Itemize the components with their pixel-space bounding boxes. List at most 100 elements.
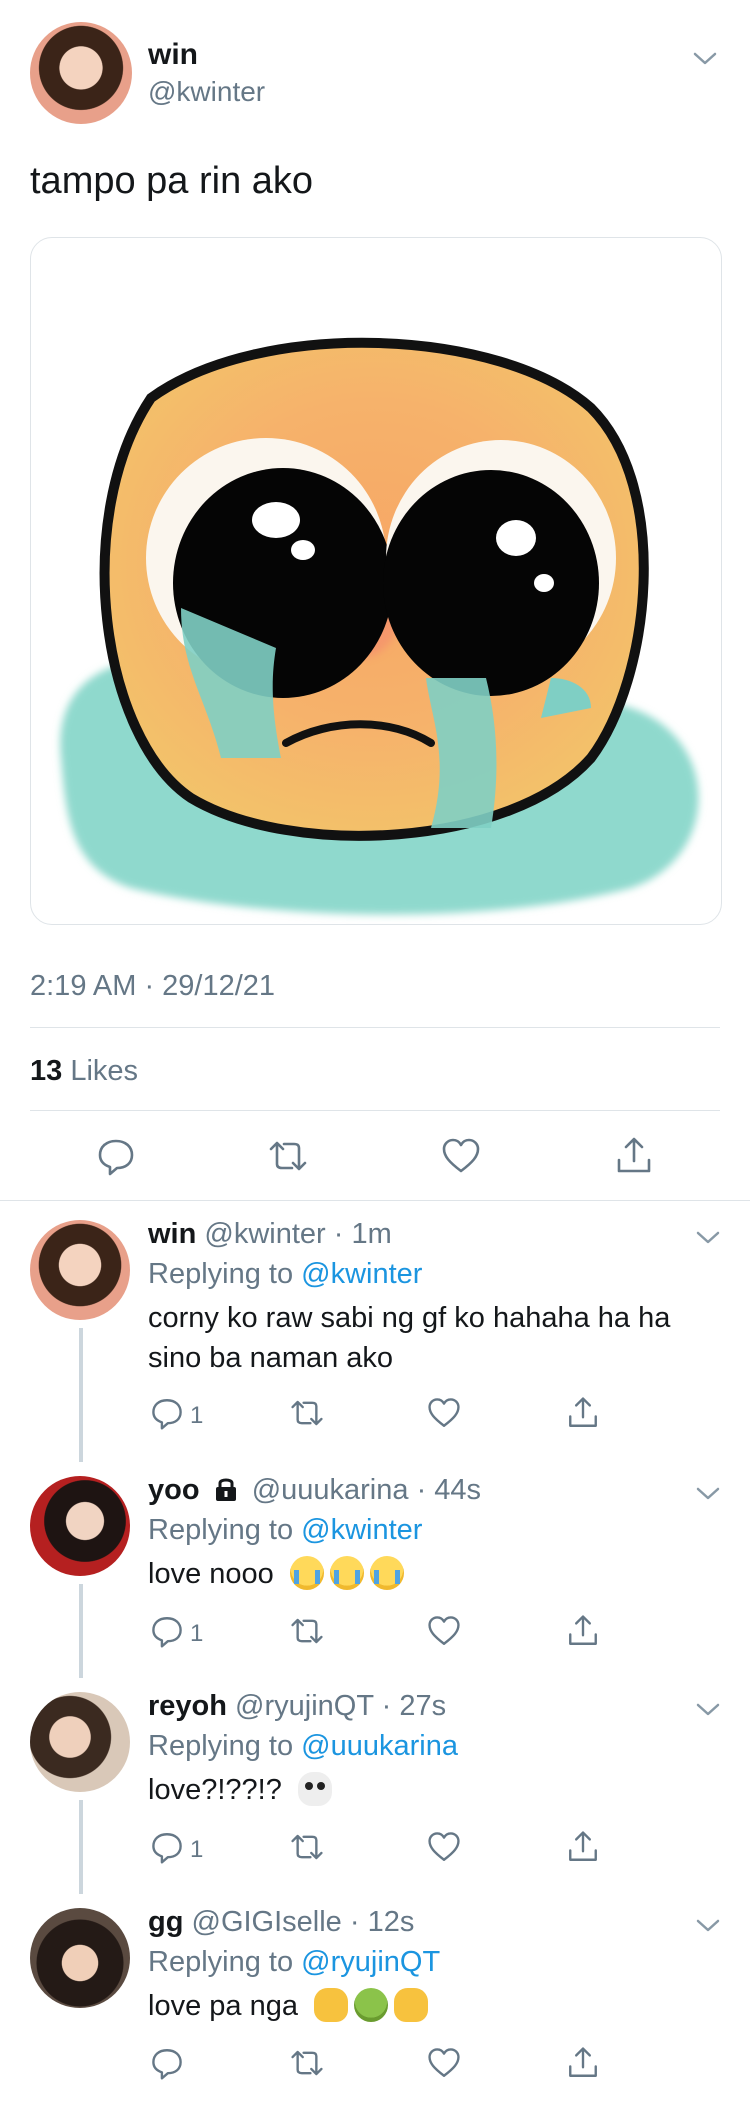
lock-icon bbox=[214, 1476, 238, 1510]
reply-time[interactable]: 1m bbox=[352, 1218, 392, 1250]
reply-text: corny ko raw sabi ng gf ko hahaha ha ha … bbox=[148, 1302, 671, 1374]
raised-hand-icon bbox=[314, 1988, 349, 2022]
reply-actions: 1 bbox=[0, 1830, 750, 1870]
share-icon[interactable] bbox=[566, 2046, 600, 2080]
author-handle[interactable]: @uuukarina bbox=[252, 1474, 409, 1506]
reply-header: reyoh @ryujinQT · 27s bbox=[148, 1690, 446, 1723]
author-name[interactable]: gg bbox=[148, 1906, 183, 1938]
retweet-icon[interactable] bbox=[290, 1830, 324, 1864]
chevron-down-icon[interactable] bbox=[690, 43, 720, 73]
main-tweet: win @kwinter tampo pa rin ako 2:19 AM · … bbox=[0, 0, 750, 1200]
author-handle[interactable]: @kwinter bbox=[148, 76, 265, 108]
reply-text: love?!??!? bbox=[148, 1774, 282, 1806]
crying-emoji-sticker-icon bbox=[60, 337, 699, 915]
share-icon[interactable] bbox=[566, 1830, 600, 1864]
like-icon[interactable] bbox=[427, 1614, 461, 1648]
replying-to-link[interactable]: @uuukarina bbox=[301, 1730, 458, 1762]
reply-tweet[interactable]: gg @GIGIselle · 12s Replying to @ryujinQ… bbox=[0, 1894, 750, 2101]
reply-icon[interactable] bbox=[150, 2046, 184, 2080]
separator: · bbox=[349, 1906, 360, 1938]
author-name[interactable]: win bbox=[148, 1218, 196, 1250]
loudly-crying-face-icon bbox=[329, 1556, 364, 1590]
reply-actions bbox=[0, 2046, 750, 2086]
share-icon[interactable] bbox=[566, 1614, 600, 1648]
avatar[interactable] bbox=[30, 22, 132, 124]
reply-tweet[interactable]: yoo @uuukarina · 44s Replying to @kwinte… bbox=[0, 1462, 750, 1678]
reply-tweet[interactable]: reyoh @ryujinQT · 27s Replying to @uuuka… bbox=[0, 1678, 750, 1894]
chevron-down-icon[interactable] bbox=[693, 1478, 723, 1508]
reply-icon[interactable] bbox=[96, 1136, 136, 1176]
avatar[interactable] bbox=[30, 1908, 130, 2008]
retweet-icon[interactable] bbox=[290, 1396, 324, 1430]
reply-time[interactable]: 27s bbox=[399, 1690, 446, 1722]
reply-header: win @kwinter · 1m bbox=[148, 1218, 392, 1251]
reply-actions: 1 bbox=[0, 1614, 750, 1654]
likes-count: 13 bbox=[30, 1055, 63, 1087]
reply-header: yoo @uuukarina · 44s bbox=[148, 1474, 481, 1510]
retweet-icon[interactable] bbox=[268, 1136, 308, 1176]
replying-to: Replying to @uuukarina bbox=[148, 1730, 458, 1763]
replying-prefix: Replying to bbox=[148, 1730, 294, 1762]
retweet-icon[interactable] bbox=[290, 1614, 324, 1648]
like-icon[interactable] bbox=[427, 1396, 461, 1430]
author-name[interactable]: reyoh bbox=[148, 1690, 227, 1722]
tweet-timestamp[interactable]: 2:19 AM · 29/12/21 bbox=[30, 970, 275, 1003]
author-name[interactable]: yoo bbox=[148, 1474, 200, 1506]
replying-to-link[interactable]: @kwinter bbox=[301, 1258, 422, 1290]
avatar[interactable] bbox=[30, 1692, 130, 1792]
replying-to-link[interactable]: @ryujinQT bbox=[301, 1946, 440, 1978]
author-handle[interactable]: @ryujinQT bbox=[235, 1690, 374, 1722]
separator: · bbox=[381, 1690, 392, 1722]
loudly-crying-face-icon bbox=[369, 1556, 404, 1590]
reply-count: 1 bbox=[190, 1836, 204, 1863]
chevron-down-icon[interactable] bbox=[693, 1910, 723, 1940]
thread-line bbox=[79, 1328, 83, 1462]
replying-to-link[interactable]: @kwinter bbox=[301, 1514, 422, 1546]
reply-icon[interactable] bbox=[150, 1396, 184, 1430]
reply-content: love nooo bbox=[148, 1554, 718, 1594]
reply-count: 1 bbox=[190, 1402, 204, 1429]
reply-time[interactable]: 12s bbox=[368, 1906, 415, 1938]
reply-content: love pa nga bbox=[148, 1986, 718, 2026]
separator: · bbox=[416, 1474, 427, 1506]
replying-to: Replying to @kwinter bbox=[148, 1514, 422, 1547]
separator: · bbox=[333, 1218, 344, 1250]
chevron-down-icon[interactable] bbox=[693, 1222, 723, 1252]
retweet-icon[interactable] bbox=[290, 2046, 324, 2080]
face-vomiting-icon bbox=[354, 1988, 389, 2022]
reply-header: gg @GIGIselle · 12s bbox=[148, 1906, 414, 1939]
reply-text: love pa nga bbox=[148, 1990, 298, 2022]
reply-icon[interactable] bbox=[150, 1830, 184, 1864]
raised-back-of-hand-icon bbox=[394, 1988, 429, 2022]
tweet-media[interactable] bbox=[30, 237, 722, 925]
divider bbox=[30, 1110, 720, 1111]
author-name[interactable]: win bbox=[148, 38, 198, 72]
share-icon[interactable] bbox=[614, 1136, 654, 1176]
replying-prefix: Replying to bbox=[148, 1514, 294, 1546]
reply-tweet[interactable]: win @kwinter · 1m Replying to @kwinter c… bbox=[0, 1200, 750, 1462]
reply-actions: 1 bbox=[0, 1396, 750, 1436]
reply-text: love nooo bbox=[148, 1558, 274, 1590]
like-icon[interactable] bbox=[427, 2046, 461, 2080]
reply-time[interactable]: 44s bbox=[434, 1474, 481, 1506]
replying-prefix: Replying to bbox=[148, 1946, 294, 1978]
replying-to: Replying to @ryujinQT bbox=[148, 1946, 440, 1979]
loudly-crying-face-icon bbox=[289, 1556, 324, 1590]
reply-icon[interactable] bbox=[150, 1614, 184, 1648]
likes-label: Likes bbox=[70, 1055, 139, 1087]
author-handle[interactable]: @kwinter bbox=[204, 1218, 325, 1250]
like-icon[interactable] bbox=[427, 1830, 461, 1864]
divider bbox=[30, 1027, 720, 1028]
reply-count: 1 bbox=[190, 1620, 204, 1647]
share-icon[interactable] bbox=[566, 1396, 600, 1430]
author-handle[interactable]: @GIGIselle bbox=[192, 1906, 342, 1938]
like-icon[interactable] bbox=[441, 1136, 481, 1176]
tweet-text: tampo pa rin ako bbox=[30, 160, 314, 202]
avatar[interactable] bbox=[30, 1220, 130, 1320]
chevron-down-icon[interactable] bbox=[693, 1694, 723, 1724]
likes-stat[interactable]: 13 Likes bbox=[30, 1055, 138, 1088]
reply-content: love?!??!? bbox=[148, 1770, 718, 1810]
replying-prefix: Replying to bbox=[148, 1258, 294, 1290]
avatar[interactable] bbox=[30, 1476, 130, 1576]
tweet-actions bbox=[0, 1128, 750, 1184]
